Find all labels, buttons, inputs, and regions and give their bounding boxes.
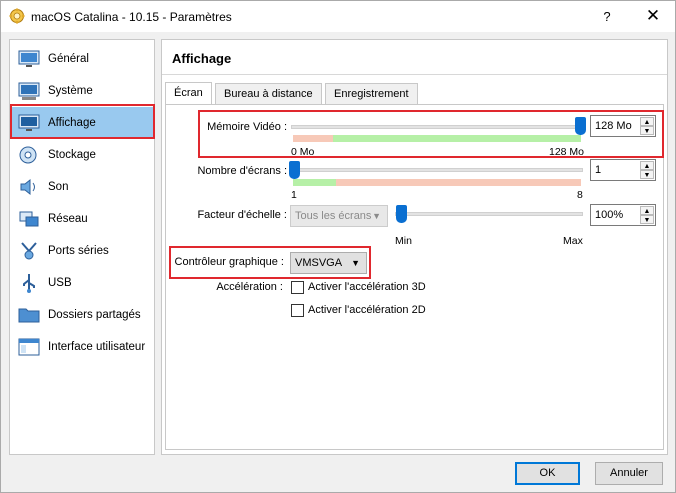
video-memory-label: Mémoire Vidéo : (207, 121, 287, 133)
accel-3d-checkbox[interactable] (291, 281, 304, 294)
virtualbox-app-icon (9, 8, 25, 24)
sidebar-item-shared-folders[interactable]: Dossiers partagés (10, 299, 154, 331)
accel-3d-label[interactable]: Activer l'accélération 3D (308, 281, 426, 293)
monitor-count-slider[interactable] (291, 168, 583, 172)
scale-screen-combo-value: Tous les écrans (295, 210, 372, 222)
sidebar-item-label: Dossiers partagés (48, 309, 141, 321)
graphics-controller-label: Contrôleur graphique : (174, 256, 284, 268)
spin-down-icon[interactable]: ▼ (640, 170, 654, 179)
settings-content: Affichage Écran Bureau à distance Enregi… (161, 39, 668, 455)
spin-down-icon[interactable]: ▼ (640, 126, 654, 135)
monitor-count-max-label: 8 (577, 189, 583, 201)
tab-recording[interactable]: Enregistrement (325, 83, 418, 105)
spin-up-icon[interactable]: ▲ (640, 117, 654, 126)
video-memory-slider-thumb[interactable] (575, 117, 586, 135)
video-memory-slider[interactable] (291, 125, 583, 129)
shared-folders-icon (18, 308, 40, 323)
acceleration-label: Accélération : (216, 281, 283, 293)
sidebar-item-usb[interactable]: USB (10, 267, 154, 299)
monitor-count-spinbox[interactable]: 1 ▲ ▼ (590, 159, 656, 181)
spin-down-icon[interactable]: ▼ (640, 215, 654, 224)
accel-2d-label[interactable]: Activer l'accélération 2D (308, 304, 426, 316)
tab-screen[interactable]: Écran (165, 82, 212, 106)
graphics-controller-combo[interactable]: VMSVGA ▼ (290, 252, 367, 274)
monitor-count-range-high (336, 179, 581, 186)
settings-window: macOS Catalina - 10.15 - Paramètres ? ✕ … (0, 0, 676, 493)
window-title: macOS Catalina - 10.15 - Paramètres (31, 10, 232, 24)
sidebar-item-storage[interactable]: Stockage (10, 139, 154, 171)
sidebar-item-general[interactable]: Général (10, 43, 154, 75)
video-memory-range-low (293, 135, 333, 142)
sidebar-item-label: Stockage (48, 149, 96, 161)
sidebar-item-sound[interactable]: Son (10, 171, 154, 203)
sidebar-item-user-interface[interactable]: Interface utilisateur (10, 331, 154, 363)
spin-up-icon[interactable]: ▲ (640, 161, 654, 170)
spin-up-icon[interactable]: ▲ (640, 206, 654, 215)
scale-factor-slider-thumb[interactable] (396, 205, 407, 223)
scale-factor-slider[interactable] (395, 212, 583, 216)
scale-factor-spinbox[interactable]: 100% ▲ ▼ (590, 204, 656, 226)
scale-factor-max-label: Max (563, 235, 583, 247)
sidebar-item-label: Interface utilisateur (48, 341, 146, 353)
ok-button[interactable]: OK (515, 462, 580, 485)
monitor-count-min-label: 1 (291, 189, 297, 201)
settings-sidebar: Général Système Affichage Stockage Son R… (9, 39, 155, 455)
storage-icon (19, 146, 37, 164)
help-button[interactable]: ? (587, 1, 627, 32)
usb-icon (23, 274, 35, 293)
video-memory-spinbox[interactable]: 128 Mo ▲ ▼ (590, 115, 656, 137)
serial-ports-icon (21, 242, 37, 260)
close-button[interactable]: ✕ (631, 1, 675, 32)
monitor-count-value: 1 (595, 164, 602, 176)
cancel-button[interactable]: Annuler (595, 462, 663, 485)
sidebar-item-label: Ports séries (48, 245, 109, 257)
monitor-count-slider-thumb[interactable] (289, 161, 300, 179)
accel-2d-checkbox[interactable] (291, 304, 304, 317)
user-interface-icon (18, 338, 40, 356)
chevron-down-icon: ▼ (351, 258, 360, 268)
title-bar: macOS Catalina - 10.15 - Paramètres ? ✕ (1, 1, 675, 32)
video-memory-value: 128 Mo (595, 120, 632, 132)
sidebar-item-system[interactable]: Système (10, 75, 154, 107)
sidebar-item-label: Affichage (48, 117, 96, 129)
video-memory-min-label: 0 Mo (291, 146, 315, 158)
sidebar-item-label: Réseau (48, 213, 88, 225)
scale-screen-combo[interactable]: Tous les écrans ▼ (290, 205, 388, 227)
page-title: Affichage (162, 40, 667, 75)
display-icon (18, 114, 40, 131)
monitor-count-range-ok (293, 179, 336, 186)
scale-factor-value: 100% (595, 209, 624, 221)
video-memory-max-label: 128 Mo (549, 146, 585, 158)
video-memory-range-ok (333, 135, 581, 142)
network-icon (19, 211, 39, 227)
sidebar-item-serial-ports[interactable]: Ports séries (10, 235, 154, 267)
monitor-count-label: Nombre d'écrans : (197, 165, 287, 177)
system-icon (18, 82, 40, 100)
chevron-down-icon: ▼ (372, 211, 381, 221)
scale-factor-min-label: Min (395, 235, 412, 247)
sidebar-item-label: Système (48, 85, 93, 97)
tab-remote-display[interactable]: Bureau à distance (215, 83, 322, 105)
sidebar-item-display[interactable]: Affichage (10, 107, 154, 139)
sound-icon (20, 178, 35, 196)
sidebar-item-label: USB (48, 277, 72, 289)
scale-factor-label: Facteur d'échelle : (197, 209, 287, 221)
sidebar-item-label: Général (48, 53, 89, 65)
sidebar-item-network[interactable]: Réseau (10, 203, 154, 235)
graphics-controller-value: VMSVGA (295, 257, 343, 269)
sidebar-item-label: Son (48, 181, 69, 193)
general-icon (18, 50, 40, 67)
screen-tab-pane: Mémoire Vidéo : 0 Mo 128 Mo 128 Mo ▲ ▼ No… (165, 104, 664, 450)
page-title-text: Affichage (172, 51, 232, 66)
